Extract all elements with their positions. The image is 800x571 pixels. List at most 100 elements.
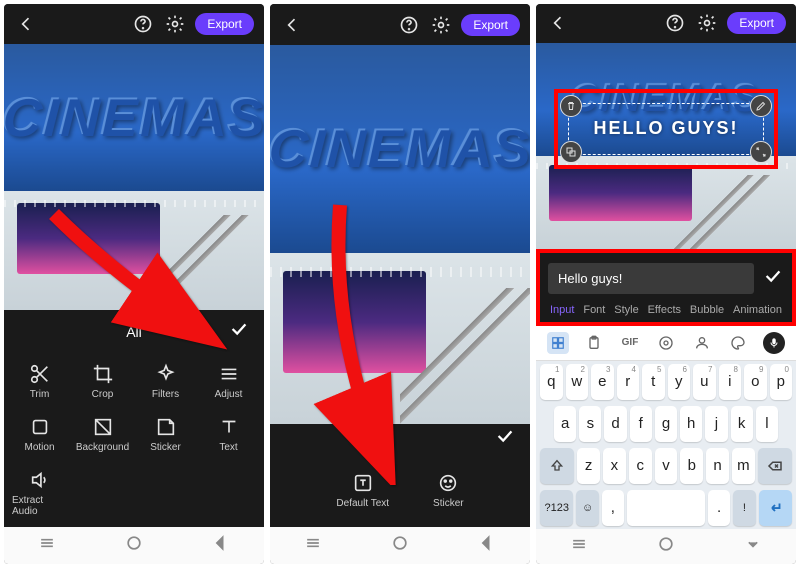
tab-animation[interactable]: Animation — [733, 304, 782, 316]
tool-crop[interactable]: Crop — [73, 357, 132, 406]
key-numbers[interactable]: ?123 — [540, 490, 573, 526]
key-shift[interactable] — [540, 448, 574, 484]
key-b[interactable]: b — [680, 448, 703, 484]
key-u[interactable]: u7 — [693, 364, 716, 400]
tab-style[interactable]: Style — [614, 304, 638, 316]
overlay-text-content: HELLO GUYS! — [593, 118, 738, 139]
back-nav-icon[interactable] — [477, 533, 497, 558]
confirm-button[interactable] — [228, 318, 250, 345]
tab-font[interactable]: Font — [583, 304, 605, 316]
key-f[interactable]: f — [630, 406, 652, 442]
key-g[interactable]: g — [655, 406, 677, 442]
key-a[interactable]: a — [554, 406, 576, 442]
tool-background[interactable]: Background — [73, 410, 132, 459]
key-q[interactable]: q1 — [540, 364, 563, 400]
key-i[interactable]: i8 — [719, 364, 742, 400]
key-period[interactable]: . — [708, 490, 730, 526]
key-comma[interactable]: , — [602, 490, 624, 526]
copy-handle-icon[interactable] — [560, 141, 582, 163]
back-icon[interactable] — [280, 13, 304, 37]
text-input-field[interactable] — [548, 263, 754, 294]
video-preview[interactable]: CINEMAS HELLO GUYS! — [536, 43, 796, 249]
help-icon[interactable] — [663, 11, 687, 35]
export-button[interactable]: Export — [461, 14, 520, 36]
tool-filters[interactable]: Filters — [136, 357, 195, 406]
text-style-tabs: Input Font Style Effects Bubble Animatio… — [548, 304, 784, 316]
tab-input[interactable]: Input — [550, 304, 574, 316]
edit-handle-icon[interactable] — [750, 95, 772, 117]
export-button[interactable]: Export — [195, 13, 254, 35]
android-nav — [270, 527, 530, 564]
back-nav-icon[interactable] — [211, 533, 231, 558]
kbd-gif-icon[interactable]: GIF — [619, 332, 641, 354]
key-space[interactable] — [627, 490, 705, 526]
recent-apps-icon[interactable] — [303, 533, 323, 558]
kbd-user-icon[interactable] — [691, 332, 713, 354]
confirm-button[interactable] — [494, 425, 516, 452]
home-icon[interactable] — [656, 534, 676, 559]
key-e[interactable]: e3 — [591, 364, 614, 400]
key-backspace[interactable] — [758, 448, 792, 484]
tool-label: Text — [219, 442, 237, 453]
key-y[interactable]: y6 — [668, 364, 691, 400]
scene-sign: CINEMAS — [4, 87, 264, 148]
tool-motion[interactable]: Motion — [10, 410, 69, 459]
key-z[interactable]: z — [577, 448, 600, 484]
home-icon[interactable] — [390, 533, 410, 558]
kbd-clipboard-icon[interactable] — [583, 332, 605, 354]
key-t[interactable]: t5 — [642, 364, 665, 400]
tool-adjust[interactable]: Adjust — [199, 357, 258, 406]
back-icon[interactable] — [546, 11, 570, 35]
keyboard-hide-icon[interactable] — [743, 534, 763, 559]
export-button[interactable]: Export — [727, 12, 786, 34]
key-n[interactable]: n — [706, 448, 729, 484]
home-icon[interactable] — [124, 533, 144, 558]
text-overlay[interactable]: HELLO GUYS! — [568, 103, 764, 155]
kbd-mic-icon[interactable] — [763, 332, 785, 354]
key-c[interactable]: c — [629, 448, 652, 484]
tool-sticker[interactable]: Sticker — [136, 410, 195, 459]
tool-extract-audio[interactable]: Extract Audio — [10, 463, 69, 523]
gear-icon[interactable] — [163, 12, 187, 36]
key-v[interactable]: v — [655, 448, 678, 484]
back-icon[interactable] — [14, 12, 38, 36]
kbd-stickers-icon[interactable] — [547, 332, 569, 354]
key-x[interactable]: x — [603, 448, 626, 484]
key-l[interactable]: l — [756, 406, 778, 442]
help-icon[interactable] — [131, 12, 155, 36]
key-r[interactable]: r4 — [617, 364, 640, 400]
key-p[interactable]: p0 — [770, 364, 793, 400]
key-j[interactable]: j — [705, 406, 727, 442]
key-w[interactable]: w2 — [566, 364, 589, 400]
recent-apps-icon[interactable] — [569, 534, 589, 559]
key-emoji[interactable]: ☺ — [576, 490, 598, 526]
tab-bubble[interactable]: Bubble — [690, 304, 724, 316]
tool-default-text[interactable]: Default Text — [334, 466, 391, 515]
confirm-input-button[interactable] — [762, 265, 784, 292]
kbd-theme-icon[interactable] — [727, 332, 749, 354]
key-h[interactable]: h — [680, 406, 702, 442]
gear-icon[interactable] — [695, 11, 719, 35]
video-preview[interactable]: CINEMAS — [270, 45, 530, 424]
key-enter[interactable] — [759, 490, 792, 526]
recent-apps-icon[interactable] — [37, 533, 57, 558]
key-s[interactable]: s — [579, 406, 601, 442]
key-exclaim[interactable]: ! — [733, 490, 755, 526]
confirm-bar — [270, 424, 530, 454]
video-preview[interactable]: CINEMAS — [4, 44, 264, 310]
key-m[interactable]: m — [732, 448, 755, 484]
tool-label: Background — [76, 442, 129, 453]
help-icon[interactable] — [397, 13, 421, 37]
key-o[interactable]: o9 — [744, 364, 767, 400]
key-k[interactable]: k — [731, 406, 753, 442]
tool-trim[interactable]: Trim — [10, 357, 69, 406]
resize-handle-icon[interactable] — [750, 141, 772, 163]
key-d[interactable]: d — [604, 406, 626, 442]
tool-sticker[interactable]: Sticker — [431, 466, 466, 515]
kbd-settings-icon[interactable] — [655, 332, 677, 354]
tool-text[interactable]: Text — [199, 410, 258, 459]
gear-icon[interactable] — [429, 13, 453, 37]
delete-handle-icon[interactable] — [560, 95, 582, 117]
tab-effects[interactable]: Effects — [648, 304, 681, 316]
tools-panel: All Trim Crop Filters Adjust Motion Back… — [4, 310, 264, 527]
